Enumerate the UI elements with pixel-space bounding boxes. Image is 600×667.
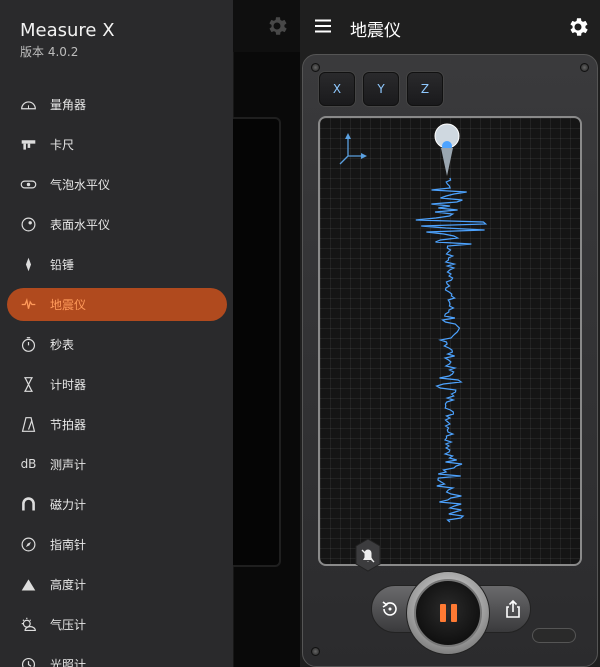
- menu-item-seismometer[interactable]: 地震仪: [0, 284, 233, 324]
- alarm-muted-button[interactable]: [354, 538, 382, 572]
- menu-item-label: 量角器: [50, 97, 87, 112]
- mountain-icon: [20, 576, 37, 593]
- caliper-icon: [20, 136, 37, 153]
- menu-item-label: 计时器: [50, 377, 87, 392]
- menu-item-stopwatch[interactable]: 秒表: [0, 324, 233, 364]
- menu-item-label: 秒表: [50, 337, 75, 352]
- bubble-level-icon: [20, 176, 37, 193]
- menu-item-metronome[interactable]: 节拍器: [0, 404, 233, 444]
- menu-item-compass[interactable]: 指南针: [0, 524, 233, 564]
- menu-item-label: 测声计: [50, 457, 87, 472]
- menu-item-protractor[interactable]: 量角器: [0, 84, 233, 124]
- menu-item-timer[interactable]: 计时器: [0, 364, 233, 404]
- reset-icon: [382, 601, 397, 616]
- menu-item-label: 地震仪: [50, 297, 87, 312]
- app-version: 版本 4.0.2: [20, 45, 79, 59]
- menu-item-label: 气泡水平仪: [50, 177, 111, 192]
- menu-item-label: 节拍器: [50, 417, 87, 432]
- metronome-icon: [20, 416, 37, 433]
- seismic-wave: [415, 177, 488, 523]
- menu-item-label: 表面水平仪: [50, 217, 111, 232]
- navigation-pane: Measure X 版本 4.0.2 量角器 卡尺 气泡水平仪 表面水平仪 铅锤…: [0, 0, 300, 667]
- menu-item-plumb-bob[interactable]: 铅锤: [0, 244, 233, 284]
- seismograph-trace: [339, 123, 488, 523]
- screw-decoration: [311, 63, 320, 72]
- seismograph-display: [318, 116, 582, 566]
- stopwatch-icon: [20, 336, 37, 353]
- surface-level-icon: [20, 216, 37, 233]
- share-button[interactable]: [498, 592, 528, 626]
- compass-icon: [20, 536, 37, 553]
- axis-z-button[interactable]: Z: [407, 72, 443, 106]
- protractor-icon: [20, 96, 37, 113]
- screw-decoration: [580, 63, 589, 72]
- axis-x-button[interactable]: X: [319, 72, 355, 106]
- menu-item-bubble-level[interactable]: 气泡水平仪: [0, 164, 233, 204]
- menu-item-label: 光照计: [50, 657, 87, 667]
- axis-y-button[interactable]: Y: [363, 72, 399, 106]
- menu-item-surface-level[interactable]: 表面水平仪: [0, 204, 233, 244]
- seismometer-icon: [20, 296, 37, 313]
- decibel-icon: dB: [20, 457, 37, 471]
- navigation-drawer: Measure X 版本 4.0.2 量角器 卡尺 气泡水平仪 表面水平仪 铅锤…: [0, 0, 233, 667]
- menu-item-label: 磁力计: [50, 497, 87, 512]
- pause-icon: [439, 604, 457, 622]
- barometer-icon: [20, 616, 37, 633]
- hamburger-menu-icon[interactable]: [313, 16, 333, 36]
- menu-item-altimeter[interactable]: 高度计: [0, 564, 233, 604]
- reset-button[interactable]: [375, 592, 405, 626]
- page-title: 地震仪: [350, 21, 401, 41]
- app-title: Measure X: [20, 20, 115, 41]
- menu-item-label: 气压计: [50, 617, 87, 632]
- logo-plate: [532, 628, 576, 643]
- menu-item-label: 卡尺: [50, 137, 75, 152]
- menu-item-decibel[interactable]: dB 测声计: [0, 444, 233, 484]
- gear-icon[interactable]: [566, 15, 590, 39]
- menu-item-label: 指南针: [50, 537, 87, 552]
- menu-item-label: 铅锤: [50, 257, 75, 272]
- screw-decoration: [311, 647, 320, 656]
- menu-item-label: 高度计: [50, 577, 87, 592]
- light-meter-icon: [20, 656, 37, 667]
- share-icon: [506, 599, 520, 618]
- stylus-needle-icon: [434, 123, 460, 176]
- menu-item-barometer[interactable]: 气压计: [0, 604, 233, 644]
- menu-item-light-meter[interactable]: 光照计: [0, 644, 233, 667]
- menu-item-caliper[interactable]: 卡尺: [0, 124, 233, 164]
- pause-button[interactable]: [414, 579, 482, 647]
- axes-orientation-icon: [339, 133, 367, 165]
- app-bar: 地震仪: [300, 0, 600, 54]
- menu-item-magnetometer[interactable]: 磁力计: [0, 484, 233, 524]
- hourglass-icon: [20, 376, 37, 393]
- plumb-bob-icon: [20, 256, 37, 273]
- magnet-icon: [20, 496, 37, 513]
- drawer-menu: 量角器 卡尺 气泡水平仪 表面水平仪 铅锤 地震仪 秒表 计时器 节拍器 dB …: [0, 84, 233, 667]
